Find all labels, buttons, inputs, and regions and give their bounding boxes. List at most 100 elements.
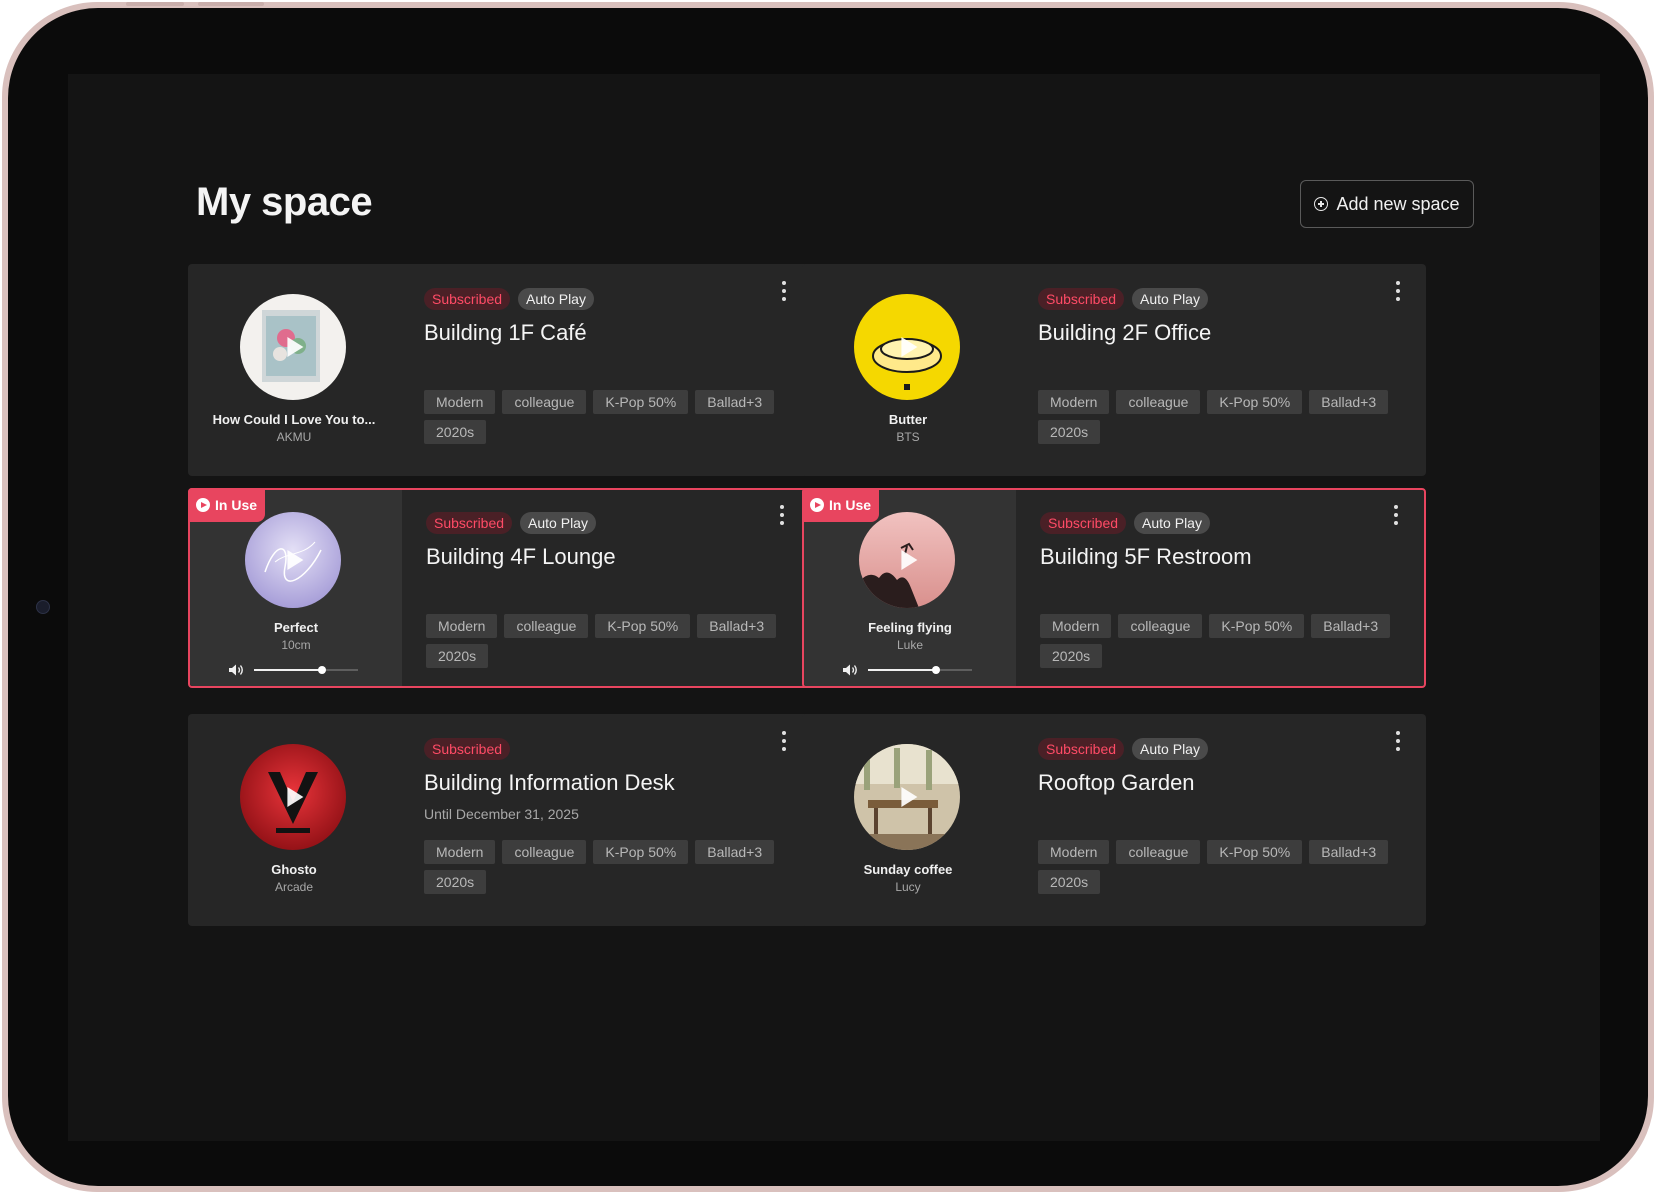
space-name: Building 2F Office — [1038, 320, 1212, 345]
tag: colleague — [504, 614, 589, 638]
volume-button — [126, 2, 184, 6]
artist-name: 10cm — [281, 638, 311, 652]
album-cover[interactable] — [854, 744, 960, 850]
play-icon[interactable] — [901, 550, 918, 570]
tag: Modern — [1040, 614, 1112, 638]
subscribed-badge: Subscribed — [426, 512, 513, 534]
tag: Modern — [424, 390, 496, 414]
more-options-icon[interactable] — [1392, 730, 1404, 752]
tag: colleague — [502, 840, 587, 864]
play-icon[interactable] — [901, 787, 918, 807]
tag: 2020s — [424, 870, 487, 894]
tag-list: Modern colleague K-Pop 50% Ballad+3 2020… — [1038, 390, 1398, 444]
play-icon[interactable] — [901, 337, 918, 357]
more-options-icon[interactable] — [1392, 280, 1404, 302]
volume-knob[interactable] — [317, 666, 326, 674]
add-circle-icon — [1314, 197, 1329, 211]
tag: 2020s — [424, 420, 487, 444]
space-card-information-desk[interactable]: Ghosto Arcade Subscribed Building Inform… — [188, 714, 812, 926]
tag: Modern — [426, 614, 498, 638]
tablet-bezel: My space Add new space How Could I Love … — [8, 8, 1648, 1186]
artist-name: AKMU — [276, 430, 312, 444]
space-card-1f-cafe[interactable]: How Could I Love You to... AKMU Subscrib… — [188, 264, 812, 476]
song-title: Sunday coffee — [863, 862, 953, 877]
song-title: Butter — [888, 412, 928, 427]
tag-list: Modern colleague K-Pop 50% Ballad+3 2020… — [426, 614, 786, 668]
tag-list: Modern colleague K-Pop 50% Ballad+3 2020… — [1040, 614, 1400, 668]
artist-name: Luke — [896, 638, 924, 652]
tag: K-Pop 50% — [1209, 614, 1305, 638]
add-new-space-button[interactable]: Add new space — [1300, 180, 1474, 228]
tag: colleague — [1116, 840, 1201, 864]
now-playing-panel: Ghosto Arcade — [188, 714, 400, 926]
artist-name: Arcade — [274, 880, 314, 894]
tag-list: Modern colleague K-Pop 50% Ballad+3 2020… — [424, 390, 784, 444]
in-use-label: In Use — [829, 497, 872, 513]
song-title: Ghosto — [271, 862, 317, 877]
now-playing-panel: Butter BTS — [802, 264, 1014, 476]
speaker-icon[interactable] — [228, 663, 246, 677]
tag: Modern — [424, 840, 496, 864]
tag: Modern — [1038, 390, 1110, 414]
subscribed-badge: Subscribed — [424, 288, 511, 310]
subscribed-badge: Subscribed — [424, 738, 511, 760]
tag: Ballad+3 — [1309, 390, 1389, 414]
tablet-frame: My space Add new space How Could I Love … — [2, 2, 1654, 1192]
volume-fill — [868, 669, 936, 671]
app-screen: My space Add new space How Could I Love … — [68, 74, 1600, 1141]
volume-slider[interactable] — [868, 666, 972, 674]
space-card-5f-restroom[interactable]: Feeling flying Luke In Use Subscribed Au… — [802, 488, 1426, 688]
subscribed-badge: Subscribed — [1038, 738, 1125, 760]
volume-control[interactable] — [228, 662, 368, 678]
tag-list: Modern colleague K-Pop 50% Ballad+3 2020… — [1038, 840, 1398, 894]
play-circle-icon — [810, 498, 824, 512]
camera-icon — [36, 600, 50, 614]
volume-control[interactable] — [842, 662, 982, 678]
tag: K-Pop 50% — [1207, 390, 1303, 414]
volume-knob[interactable] — [931, 666, 940, 674]
autoplay-badge: Auto Play — [520, 512, 596, 534]
tag: colleague — [502, 390, 587, 414]
more-options-icon[interactable] — [776, 504, 788, 526]
page-title: My space — [196, 180, 373, 224]
play-icon[interactable] — [287, 787, 304, 807]
tag: K-Pop 50% — [595, 614, 691, 638]
more-options-icon[interactable] — [778, 730, 790, 752]
tag: colleague — [1118, 614, 1203, 638]
tag-list: Modern colleague K-Pop 50% Ballad+3 2020… — [424, 840, 784, 894]
space-name: Building 5F Restroom — [1040, 544, 1252, 569]
more-options-icon[interactable] — [778, 280, 790, 302]
tag: Ballad+3 — [1311, 614, 1391, 638]
artist-name: Lucy — [895, 880, 921, 894]
tag: Ballad+3 — [697, 614, 777, 638]
tag: 2020s — [426, 644, 489, 668]
tag: colleague — [1116, 390, 1201, 414]
tag: Ballad+3 — [695, 840, 775, 864]
space-name: Building 1F Café — [424, 320, 587, 345]
album-cover[interactable] — [859, 512, 955, 608]
tag: 2020s — [1038, 870, 1101, 894]
play-icon[interactable] — [287, 337, 304, 357]
volume-slider[interactable] — [254, 666, 358, 674]
speaker-icon[interactable] — [842, 663, 860, 677]
album-cover[interactable] — [854, 294, 960, 400]
subscription-until: Until December 31, 2025 — [424, 806, 579, 822]
artist-name: BTS — [896, 430, 920, 444]
autoplay-badge: Auto Play — [1132, 288, 1208, 310]
play-icon[interactable] — [287, 550, 304, 570]
space-card-rooftop-garden[interactable]: Sunday coffee Lucy Subscribed Auto Play … — [802, 714, 1426, 926]
now-playing-panel: How Could I Love You to... AKMU — [188, 264, 400, 476]
more-options-icon[interactable] — [1390, 504, 1402, 526]
space-card-2f-office[interactable]: Butter BTS Subscribed Auto Play Building… — [802, 264, 1426, 476]
album-cover[interactable] — [245, 512, 341, 608]
album-cover[interactable] — [240, 744, 346, 850]
song-title: How Could I Love You to... — [212, 412, 376, 427]
in-use-badge: In Use — [188, 488, 266, 522]
power-button — [198, 2, 264, 6]
space-card-4f-lounge[interactable]: Perfect 10cm In Use Subscribed Auto Play… — [188, 488, 812, 688]
subscribed-badge: Subscribed — [1038, 288, 1125, 310]
space-name: Building 4F Lounge — [426, 544, 616, 569]
album-cover[interactable] — [240, 294, 346, 400]
tag: 2020s — [1038, 420, 1101, 444]
add-new-space-label: Add new space — [1336, 193, 1460, 214]
